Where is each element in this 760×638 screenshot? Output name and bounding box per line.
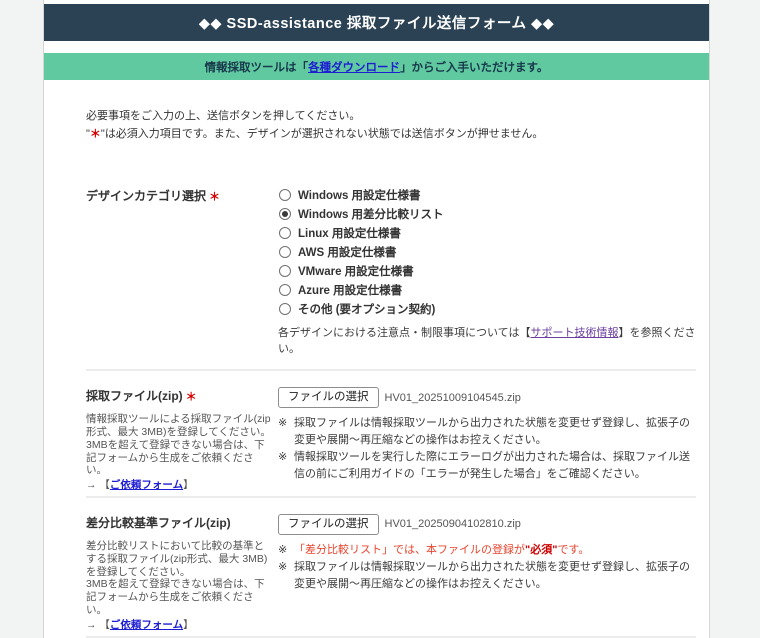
radio-input[interactable] xyxy=(279,227,291,240)
bracket-open: 【 xyxy=(99,479,110,492)
design-category-note: 各デザインにおける注意点・制限事項については【サポート技術情報】を参照ください。 xyxy=(278,324,696,356)
request-form-link[interactable]: ご依頼フォーム xyxy=(110,479,183,491)
collect-file-desc-line2: 3MBを超えて登録できない場合は、下記フォームから生成をご依頼ください。 xyxy=(86,438,265,477)
design-note-pre: 各デザインにおける注意点・制限事項については【 xyxy=(278,327,531,340)
radio-option-5[interactable]: Azure 用設定仕様書 xyxy=(278,282,696,298)
design-category-field: Windows 用設定仕様書 Windows 用差分比較リスト Linux 用設定仕… xyxy=(278,187,696,356)
note-text: 採取ファイルは情報採取ツールから出力された状態を変更せず登録し、拡張子の変更や展… xyxy=(294,417,690,447)
note: ※ 採取ファイルは情報採取ツールから出力された状態を変更せず登録し、拡張子の変更… xyxy=(278,559,696,593)
page-title: ◆◆ SSD-assistance 採取ファイル送信フォーム ◆◆ xyxy=(44,4,709,41)
intro: 必要事項をご入力の上、送信ボタンを押してください。 "＊"は必須入力項目です。ま… xyxy=(86,108,696,143)
radio-label: その他 (要オプション契約) xyxy=(298,304,436,317)
note-mark-icon: ※ xyxy=(278,417,288,430)
radio-input[interactable] xyxy=(279,284,291,297)
warning-text-tail: です。 xyxy=(557,543,590,556)
base-file-notes: ※ 「差分比較リスト」では、本ファイルの登録が"必須"です。 ※ 採取ファイルは… xyxy=(278,542,696,593)
collect-file-desc-line1: 情報採取ツールによる採取ファイル(zip形式、最大 3MB)を登録してください。 xyxy=(86,413,271,438)
required-warning-note: ※ 「差分比較リスト」では、本ファイルの登録が"必須"です。 xyxy=(278,542,696,559)
collect-file-filename: HV01_20251009104545.zip xyxy=(384,391,521,404)
radio-input[interactable] xyxy=(279,246,291,259)
collect-file-label-col: 採取ファイル(zip) ＊ 情報採取ツールによる採取ファイル(zip形式、最大 3… xyxy=(86,387,278,492)
radio-label: Linux 用設定仕様書 xyxy=(298,228,401,241)
collect-file-notes: ※ 採取ファイルは情報採取ツールから出力された状態を変更せず登録し、拡張子の変更… xyxy=(278,415,696,483)
radio-label: Windows 用設定仕様書 xyxy=(298,190,421,203)
note-mark-icon: ※ xyxy=(278,543,288,556)
base-file-label-col: 差分比較基準ファイル(zip) 差分比較リストにおいて比較の基準とする採取ファイ… xyxy=(86,514,278,632)
base-file-desc-line2: 3MBを超えて登録できない場合は、下記フォームから生成をご依頼ください。 xyxy=(86,578,265,616)
required-mark: ＊ xyxy=(185,391,197,404)
bracket-open: 【 xyxy=(99,618,110,631)
note: ※ 情報採取ツールを実行した際にエラーログが出力された場合は、採取ファイル送信の… xyxy=(278,449,696,483)
radio-label: Windows 用差分比較リスト xyxy=(298,209,444,222)
note: ※ 採取ファイルは情報採取ツールから出力された状態を変更せず登録し、拡張子の変更… xyxy=(278,415,696,449)
form-body: 必要事項をご入力の上、送信ボタンを押してください。 "＊"は必須入力項目です。ま… xyxy=(44,80,709,638)
radio-input[interactable] xyxy=(279,265,291,278)
intro-line2: "＊"は必須入力項目です。また、デザインが選択されない状態では送信ボタンが押せま… xyxy=(86,126,696,144)
radio-label: Azure 用設定仕様書 xyxy=(298,285,403,298)
form-panel: ◆◆ SSD-assistance 採取ファイル送信フォーム ◆◆ 情報採取ツー… xyxy=(43,0,710,638)
design-category-label-col: デザインカテゴリ選択＊ xyxy=(86,187,278,204)
note-text: 採取ファイルは情報採取ツールから出力された状態を変更せず登録し、拡張子の変更や展… xyxy=(294,560,690,590)
download-banner: 情報採取ツールは「 各種ダウンロード 」からご入手いただけます。 xyxy=(44,53,709,80)
required-mark: ＊ xyxy=(209,191,221,204)
collect-file-label: 採取ファイル(zip) xyxy=(86,389,183,404)
radio-option-0[interactable]: Windows 用設定仕様書 xyxy=(278,187,696,203)
warning-text-head: 「差分比較リスト」では、本ファイルの登録が xyxy=(294,543,525,556)
radio-input[interactable] xyxy=(279,189,291,202)
arrow-icon: → xyxy=(86,479,100,492)
design-category-label: デザインカテゴリ選択 xyxy=(86,189,207,204)
base-file-filename: HV01_20250904102810.zip xyxy=(384,518,521,531)
base-file-row: 差分比較基準ファイル(zip) 差分比較リストにおいて比較の基準とする採取ファイ… xyxy=(86,498,696,636)
radio-option-1[interactable]: Windows 用差分比較リスト xyxy=(278,206,696,222)
banner-text-prefix: 情報採取ツールは「 xyxy=(204,61,309,74)
collect-file-field: ファイルの選択 HV01_20251009104545.zip ※ 採取ファイル… xyxy=(278,387,696,483)
base-file-desc: 差分比較リストにおいて比較の基準とする採取ファイル(zip形式、最大 3MB)を… xyxy=(86,540,272,632)
collect-file-row: 採取ファイル(zip) ＊ 情報採取ツールによる採取ファイル(zip形式、最大 3… xyxy=(86,371,696,496)
note-mark-icon: ※ xyxy=(278,451,288,464)
design-category-row: デザインカテゴリ選択＊ Windows 用設定仕様書 Windows 用差分比較リ… xyxy=(86,187,696,356)
design-category-options: Windows 用設定仕様書 Windows 用差分比較リスト Linux 用設定仕… xyxy=(278,187,696,320)
bracket-close: 】 xyxy=(183,479,194,492)
base-file-select-button[interactable]: ファイルの選択 xyxy=(278,513,379,535)
banner-text-suffix: 」からご入手いただけます。 xyxy=(400,61,549,74)
collect-file-desc: 情報採取ツールによる採取ファイル(zip形式、最大 3MB)を登録してください。… xyxy=(86,413,272,492)
radio-input[interactable] xyxy=(279,303,291,316)
intro-line1: 必要事項をご入力の上、送信ボタンを押してください。 xyxy=(86,110,361,122)
download-link[interactable]: 各種ダウンロード xyxy=(308,59,400,75)
base-file-field: ファイルの選択 HV01_20250904102810.zip ※ 「差分比較リ… xyxy=(278,513,696,593)
radio-label: AWS 用設定仕様書 xyxy=(298,247,397,260)
request-form-link[interactable]: ご依頼フォーム xyxy=(110,619,183,631)
request-form-line: → 【ご依頼フォーム】 xyxy=(86,619,272,632)
support-info-link[interactable]: サポート技術情報 xyxy=(530,327,618,339)
radio-option-3[interactable]: AWS 用設定仕様書 xyxy=(278,244,696,260)
base-file-label: 差分比較基準ファイル(zip) xyxy=(86,515,231,530)
request-form-line: → 【ご依頼フォーム】 xyxy=(86,479,272,492)
section-divider xyxy=(86,635,696,638)
note-text: 情報採取ツールを実行した際にエラーログが出力された場合は、採取ファイル送信の前に… xyxy=(294,451,690,481)
radio-option-2[interactable]: Linux 用設定仕様書 xyxy=(278,225,696,241)
radio-option-6[interactable]: その他 (要オプション契約) xyxy=(278,301,696,317)
warning-text-emphasis: "必須" xyxy=(525,543,558,556)
base-file-input: ファイルの選択 HV01_20250904102810.zip xyxy=(278,513,696,535)
radio-label: VMware 用設定仕様書 xyxy=(298,266,414,279)
arrow-icon: → xyxy=(86,618,100,631)
collect-file-select-button[interactable]: ファイルの選択 xyxy=(278,387,379,409)
collect-file-input: ファイルの選択 HV01_20251009104545.zip xyxy=(278,387,696,409)
intro-line2-text: は必須入力項目です。また、デザインが選択されない状態では送信ボタンが押せません。 xyxy=(104,127,544,140)
bracket-close: 】 xyxy=(183,618,194,631)
radio-option-4[interactable]: VMware 用設定仕様書 xyxy=(278,263,696,279)
radio-input[interactable] xyxy=(279,208,291,221)
required-asterisk: ＊ xyxy=(89,127,101,140)
note-mark-icon: ※ xyxy=(278,560,288,573)
base-file-desc-line1: 差分比較リストにおいて比較の基準とする採取ファイル(zip形式、最大 3MB)を… xyxy=(86,539,268,578)
